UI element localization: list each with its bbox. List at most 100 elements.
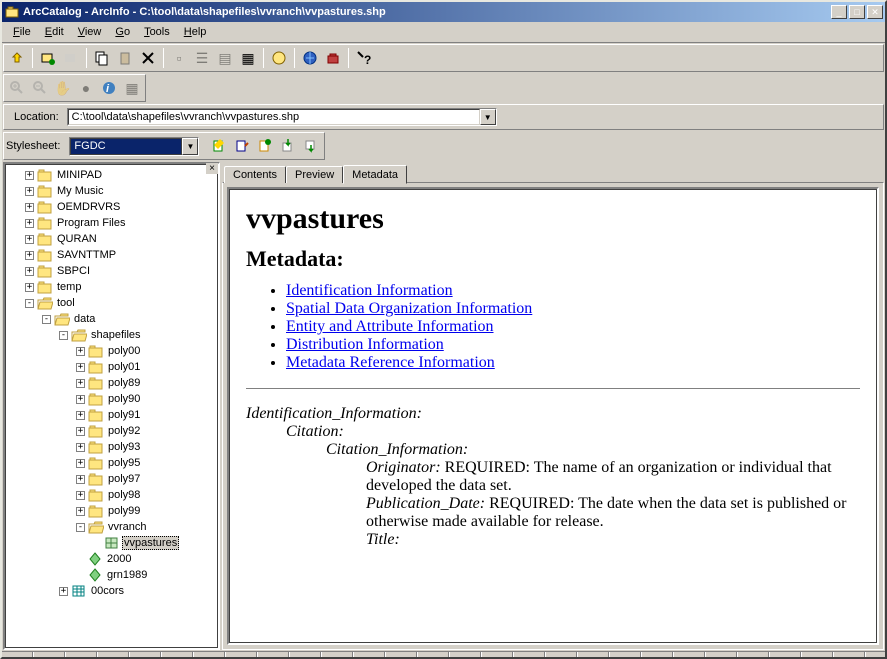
tree-label[interactable]: vvranch xyxy=(106,521,149,533)
tree-row[interactable]: + poly97 xyxy=(8,471,215,487)
tab-preview[interactable]: Preview xyxy=(286,166,343,183)
tree-toggle[interactable]: + xyxy=(25,203,34,212)
menu-view[interactable]: View xyxy=(71,24,109,40)
minimize-button[interactable]: _ xyxy=(831,5,847,19)
tree-label[interactable]: QURAN xyxy=(55,233,99,245)
tree-label[interactable]: poly97 xyxy=(106,473,142,485)
tree-row[interactable]: + poly95 xyxy=(8,455,215,471)
tree-toggle[interactable]: + xyxy=(76,379,85,388)
tree-toggle[interactable]: + xyxy=(25,171,34,180)
tree-row[interactable]: -shapefiles xyxy=(8,327,215,343)
up-button[interactable] xyxy=(6,47,28,69)
catalog-tree[interactable]: +MINIPAD+My Music+OEMDRVRS+Program Files… xyxy=(6,165,217,647)
meta-link[interactable]: Identification Information xyxy=(286,282,453,299)
tree-row[interactable]: + poly93 xyxy=(8,439,215,455)
tree-row[interactable]: - data xyxy=(8,311,215,327)
tree-label[interactable]: Program Files xyxy=(55,217,127,229)
tree-toggle[interactable]: + xyxy=(25,251,34,260)
tree-label[interactable]: OEMDRVRS xyxy=(55,201,122,213)
location-dropdown-button[interactable]: ▼ xyxy=(480,109,496,125)
tab-contents[interactable]: Contents xyxy=(224,166,286,183)
delete-button[interactable] xyxy=(137,47,159,69)
tree-toggle[interactable]: + xyxy=(25,267,34,276)
tree-label[interactable]: data xyxy=(72,313,97,325)
tree-label[interactable]: poly93 xyxy=(106,441,142,453)
tree-row[interactable]: +poly99 xyxy=(8,503,215,519)
tree-label[interactable]: tool xyxy=(55,297,77,309)
tree-label[interactable]: poly99 xyxy=(106,505,142,517)
catalog-button[interactable] xyxy=(268,47,290,69)
tree-label[interactable]: grn1989 xyxy=(105,569,149,581)
tree-row[interactable]: + MINIPAD xyxy=(8,167,215,183)
tree-toggle[interactable]: + xyxy=(76,443,85,452)
thumbnails-button[interactable]: ▦ xyxy=(237,47,259,69)
tree-row[interactable]: + poly01 xyxy=(8,359,215,375)
tree-row[interactable]: + QURAN xyxy=(8,231,215,247)
tree-label[interactable]: poly90 xyxy=(106,393,142,405)
stylesheet-value[interactable]: FGDC xyxy=(70,138,182,155)
tree-toggle[interactable]: + xyxy=(76,363,85,372)
tree-row[interactable]: + SAVNTTMP xyxy=(8,247,215,263)
location-input[interactable] xyxy=(68,109,480,125)
menu-edit[interactable]: Edit xyxy=(38,24,71,40)
tree-label[interactable]: poly91 xyxy=(106,409,142,421)
tree-row[interactable]: + poly90 xyxy=(8,391,215,407)
tree-label[interactable]: poly00 xyxy=(106,345,142,357)
tree-label[interactable]: shapefiles xyxy=(89,329,143,341)
menu-help[interactable]: Help xyxy=(177,24,214,40)
tree-row[interactable]: grn1989 xyxy=(8,567,215,583)
export-metadata-button[interactable] xyxy=(300,135,322,157)
tree-toggle[interactable]: - xyxy=(25,299,34,308)
connect-button[interactable] xyxy=(37,47,59,69)
edit-metadata-button[interactable] xyxy=(208,135,230,157)
tree-toggle[interactable]: + xyxy=(76,347,85,356)
tree-row[interactable]: + OEMDRVRS xyxy=(8,199,215,215)
tree-row[interactable]: 2000 xyxy=(8,551,215,567)
tree-label[interactable]: poly95 xyxy=(106,457,142,469)
copy-button[interactable] xyxy=(91,47,113,69)
stylesheet-dropdown-button[interactable]: ▼ xyxy=(182,138,198,155)
menu-tools[interactable]: Tools xyxy=(137,24,177,40)
tree-row[interactable]: +temp xyxy=(8,279,215,295)
menu-file[interactable]: File xyxy=(6,24,38,40)
tree-label[interactable]: SBPCI xyxy=(55,265,92,277)
tree-label[interactable]: SAVNTTMP xyxy=(55,249,118,261)
tree-toggle[interactable]: - xyxy=(42,315,51,324)
identify-button[interactable]: i xyxy=(98,77,120,99)
tree-toggle[interactable]: + xyxy=(25,235,34,244)
tree-toggle[interactable]: + xyxy=(76,395,85,404)
tree-row[interactable]: + SBPCI xyxy=(8,263,215,279)
meta-link[interactable]: Distribution Information xyxy=(286,336,444,353)
tree-label[interactable]: poly01 xyxy=(106,361,142,373)
tree-toggle[interactable]: + xyxy=(76,411,85,420)
tree-row[interactable]: + poly91 xyxy=(8,407,215,423)
toolbox-button[interactable] xyxy=(322,47,344,69)
properties-button[interactable] xyxy=(231,135,253,157)
whatsthis-button[interactable]: ? xyxy=(353,47,375,69)
import-metadata-button[interactable] xyxy=(277,135,299,157)
tab-metadata[interactable]: Metadata xyxy=(343,165,407,184)
tree-row[interactable]: +poly89 xyxy=(8,375,215,391)
tree-label[interactable]: MINIPAD xyxy=(55,169,104,181)
tree-row[interactable]: +00cors xyxy=(8,583,215,599)
tree-close-button[interactable]: × xyxy=(206,163,218,174)
tree-label[interactable]: poly98 xyxy=(106,489,142,501)
menu-go[interactable]: Go xyxy=(108,24,137,40)
meta-link[interactable]: Entity and Attribute Information xyxy=(286,318,494,335)
tree-toggle[interactable]: + xyxy=(25,187,34,196)
tree-row[interactable]: + poly98 xyxy=(8,487,215,503)
tree-toggle[interactable]: + xyxy=(76,491,85,500)
tree-row[interactable]: - tool xyxy=(8,295,215,311)
tree-row[interactable]: + poly00 xyxy=(8,343,215,359)
tree-label[interactable]: 00cors xyxy=(89,585,126,597)
tree-toggle[interactable]: - xyxy=(76,523,85,532)
meta-link[interactable]: Metadata Reference Information xyxy=(286,354,495,371)
tree-row[interactable]: - vvranch xyxy=(8,519,215,535)
tree-toggle[interactable]: + xyxy=(76,427,85,436)
maximize-button[interactable]: □ xyxy=(849,5,865,19)
tree-toggle[interactable]: + xyxy=(76,475,85,484)
tree-toggle[interactable]: + xyxy=(59,587,68,596)
tree-label[interactable]: My Music xyxy=(55,185,105,197)
tree-row[interactable]: +Program Files xyxy=(8,215,215,231)
tree-toggle[interactable]: + xyxy=(76,459,85,468)
